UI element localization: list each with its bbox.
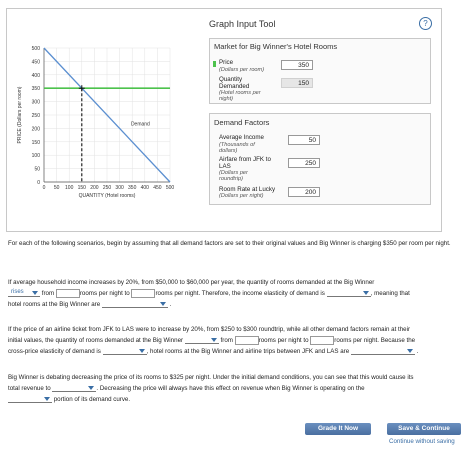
q2-from-input[interactable] bbox=[234, 335, 259, 345]
price-input[interactable]: 350 bbox=[281, 60, 313, 70]
x-tick-label: 200 bbox=[90, 185, 99, 191]
q2-text8: . bbox=[416, 348, 419, 355]
airfare-sub: (Dollars per roundtrip) bbox=[219, 170, 248, 182]
q2-to-input[interactable] bbox=[310, 335, 335, 345]
airfare-label: Airfare from JFK to LAS bbox=[219, 156, 271, 170]
y-tick-label: 400 bbox=[32, 73, 41, 79]
question-2: If the price of an airline ticket from J… bbox=[8, 324, 466, 357]
x-tick-label: 150 bbox=[78, 185, 87, 191]
price-label: Price bbox=[219, 59, 234, 66]
q1-good-type-dropdown[interactable] bbox=[101, 300, 168, 309]
y-tick-label: 300 bbox=[32, 100, 41, 106]
demand-chart[interactable]: 0 50 100 150 200 250 300 350 400 450 5000501001502… bbox=[14, 40, 186, 205]
qty-label: Quantity Demanded bbox=[219, 76, 250, 90]
q2-text4: rooms per night to bbox=[258, 337, 309, 344]
save-continue-button[interactable]: Save & Continue bbox=[387, 423, 461, 435]
income-input[interactable]: 50 bbox=[288, 135, 320, 145]
x-tick-label: 100 bbox=[65, 185, 74, 191]
q3-text4: portion of its demand curve. bbox=[53, 396, 131, 403]
q2-text7: , hotel rooms at the Big Winner and airl… bbox=[146, 348, 350, 355]
question-3: Big Winner is debating decreasing the pr… bbox=[8, 372, 466, 405]
y-tick-label: 0 bbox=[37, 180, 40, 186]
y-tick-label: 250 bbox=[32, 113, 41, 119]
q3-portion-dropdown[interactable] bbox=[8, 395, 52, 404]
chevron-down-icon bbox=[44, 397, 50, 402]
x-axis-label: QUANTITY (Hotel rooms) bbox=[79, 193, 136, 199]
q1-from-input[interactable] bbox=[55, 288, 80, 298]
lucky-input[interactable]: 200 bbox=[288, 187, 320, 197]
q1-elasticity-dropdown[interactable] bbox=[326, 289, 371, 298]
market-title: Market for Big Winner's Hotel Rooms bbox=[214, 42, 338, 51]
tool-title: Graph Input Tool bbox=[209, 19, 276, 29]
x-tick-label: 0 bbox=[43, 185, 46, 191]
q1-text7: . bbox=[169, 301, 172, 308]
y-tick-label: 500 bbox=[32, 46, 41, 52]
q1-text1: If average household income increases by… bbox=[8, 279, 375, 286]
q2-text5: rooms per night. Because the bbox=[334, 337, 416, 344]
airfare-input[interactable]: 250 bbox=[288, 158, 320, 168]
factors-title: Demand Factors bbox=[214, 118, 270, 127]
x-tick-label: 400 bbox=[141, 185, 150, 191]
q1-change-value: rises bbox=[11, 289, 24, 296]
price-swatch bbox=[213, 61, 216, 67]
q1-text3: rooms per night to bbox=[79, 290, 130, 297]
chevron-down-icon bbox=[159, 302, 166, 307]
chevron-down-icon bbox=[88, 386, 95, 391]
chevron-down-icon bbox=[32, 291, 38, 296]
income-label: Average Income bbox=[219, 134, 264, 141]
q1-text4: rooms per night. Therefore, the income e… bbox=[155, 290, 325, 297]
q3-text2: total revenue to bbox=[8, 385, 51, 392]
q1-text6: hotel rooms at the Big Winner are bbox=[8, 301, 101, 308]
help-icon[interactable]: ? bbox=[419, 17, 432, 30]
x-tick-label: 50 bbox=[54, 185, 60, 191]
chevron-down-icon bbox=[138, 349, 145, 354]
continue-without-saving-link[interactable]: Continue without saving bbox=[389, 438, 455, 445]
price-sub: (Dollars per room) bbox=[219, 67, 265, 73]
q2-text1: If the price of an airline ticket from J… bbox=[8, 326, 411, 333]
demand-curve-label: Demand bbox=[131, 122, 150, 128]
question-intro: For each of the following scenarios, beg… bbox=[8, 240, 451, 247]
x-tick-label: 250 bbox=[103, 185, 112, 191]
q1-to-input[interactable] bbox=[131, 288, 156, 298]
q2-text3: from bbox=[220, 337, 233, 344]
q3-text3: . Decreasing the price will always have … bbox=[96, 385, 365, 392]
q1-text2: from bbox=[41, 290, 55, 297]
q3-revenue-dropdown[interactable] bbox=[52, 384, 97, 393]
income-sub: (Thousands of dollars) bbox=[219, 142, 255, 154]
chevron-down-icon bbox=[362, 291, 369, 296]
x-tick-label: 350 bbox=[128, 185, 137, 191]
y-tick-label: 450 bbox=[32, 59, 41, 65]
y-tick-label: 200 bbox=[32, 126, 41, 132]
q2-change-dropdown[interactable] bbox=[184, 336, 219, 345]
y-tick-label: 50 bbox=[34, 167, 40, 173]
qty-value: 150 bbox=[281, 78, 313, 88]
y-axis-label: PRICE (Dollars per room) bbox=[17, 86, 23, 143]
x-tick-label: 500 bbox=[166, 185, 175, 191]
q2-text2: initial values, the quantity of rooms de… bbox=[8, 337, 184, 344]
x-tick-label: 450 bbox=[153, 185, 162, 191]
lucky-sub: (Dollars per night) bbox=[219, 193, 264, 199]
q3-text1: Big Winner is debating decreasing the pr… bbox=[8, 374, 414, 381]
x-tick-label: 300 bbox=[115, 185, 124, 191]
qty-sub: (Hotel rooms per night) bbox=[219, 90, 261, 102]
q1-change-dropdown[interactable]: rises bbox=[8, 289, 40, 298]
q1-text5: , meaning that bbox=[370, 290, 410, 297]
y-tick-label: 350 bbox=[32, 86, 41, 92]
grade-button[interactable]: Grade It Now bbox=[305, 423, 371, 435]
y-tick-label: 100 bbox=[32, 153, 41, 159]
y-tick-label: 150 bbox=[32, 140, 41, 146]
q2-relationship-dropdown[interactable] bbox=[350, 347, 415, 356]
q2-elasticity-dropdown[interactable] bbox=[102, 347, 147, 356]
chevron-down-icon bbox=[210, 338, 217, 343]
chevron-down-icon bbox=[406, 349, 413, 354]
q2-text6: cross-price elasticity of demand is bbox=[8, 348, 101, 355]
question-1: If average household income increases by… bbox=[8, 277, 466, 310]
